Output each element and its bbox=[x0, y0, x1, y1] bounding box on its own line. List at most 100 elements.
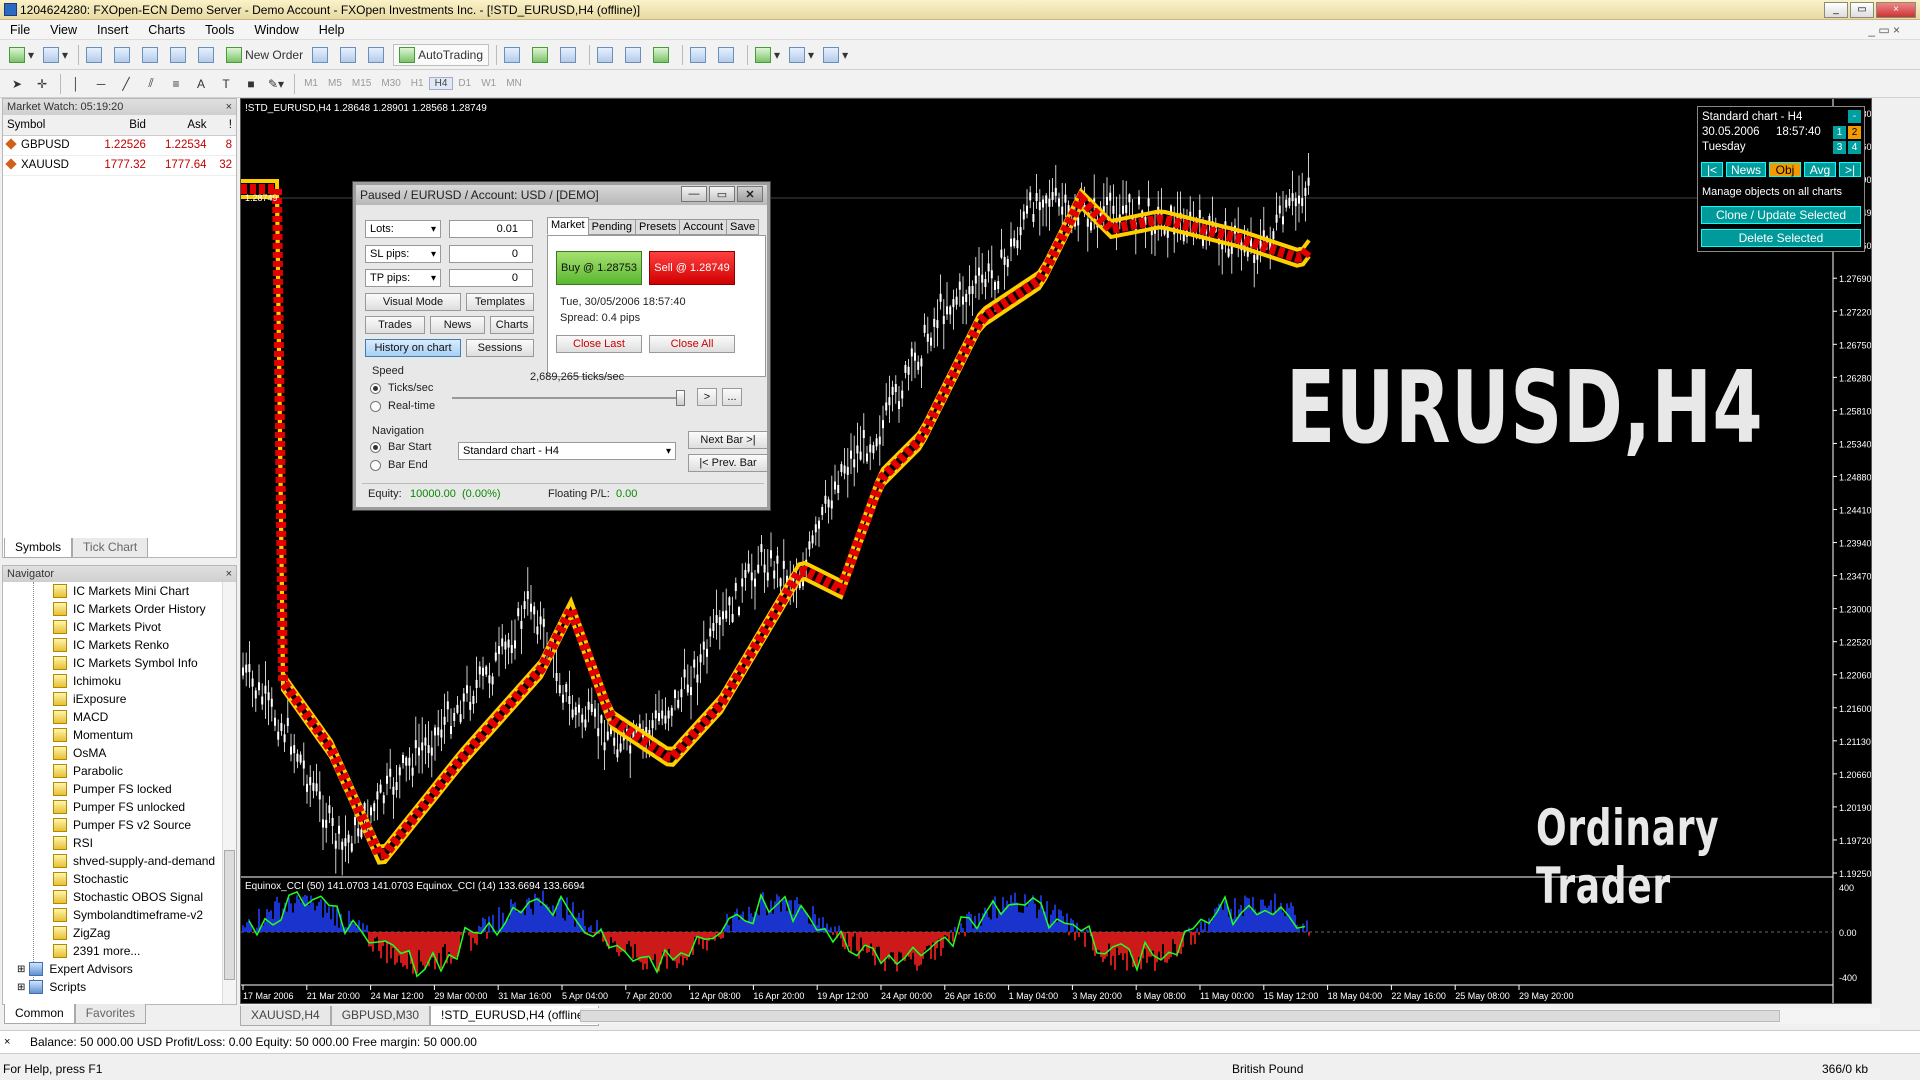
tf-m1[interactable]: M1 bbox=[299, 78, 323, 89]
sl-select[interactable]: SL pips: bbox=[365, 245, 441, 263]
navigator-item[interactable]: Stochastic OBOS Signal bbox=[3, 888, 222, 906]
crosshair-icon[interactable]: ✛ bbox=[31, 73, 53, 95]
first-button[interactable]: |< bbox=[1701, 162, 1723, 177]
menu-file[interactable]: File bbox=[0, 23, 40, 37]
tab-save[interactable]: Save bbox=[726, 219, 760, 235]
navigator-item[interactable]: Pumper FS locked bbox=[3, 780, 222, 798]
tab-account[interactable]: Account bbox=[679, 219, 728, 235]
navigator-item[interactable]: 2391 more... bbox=[3, 942, 222, 960]
tab-pending[interactable]: Pending bbox=[587, 219, 636, 235]
info-toggle[interactable]: - bbox=[1848, 110, 1861, 123]
close-last-button[interactable]: Close Last bbox=[556, 335, 642, 353]
mdi-controls[interactable]: _ ▭ × bbox=[1858, 23, 1910, 37]
navigator-item[interactable]: shved-supply-and-demand bbox=[3, 852, 222, 870]
navigator-item[interactable]: OsMA bbox=[3, 744, 222, 762]
info-slot-3[interactable]: 3 bbox=[1833, 141, 1846, 154]
menu-window[interactable]: Window bbox=[244, 23, 308, 37]
navigator-item[interactable]: Momentum bbox=[3, 726, 222, 744]
info-slot-4[interactable]: 4 bbox=[1848, 141, 1861, 154]
new-chart-icon[interactable]: ▾ bbox=[6, 44, 37, 66]
tf-m5[interactable]: M5 bbox=[323, 78, 347, 89]
navigator-folder[interactable]: ⊞ Scripts bbox=[3, 978, 222, 996]
bar-start-radio[interactable] bbox=[370, 442, 381, 453]
navigator-icon[interactable] bbox=[139, 44, 164, 66]
auto-trading-button[interactable]: AutoTrading bbox=[393, 43, 490, 66]
charts-button[interactable]: Charts bbox=[490, 316, 534, 334]
tab-eurusd-h4[interactable]: !STD_EURUSD,H4 (offline) bbox=[430, 1006, 599, 1026]
navigator-item[interactable]: IC Markets Renko bbox=[3, 636, 222, 654]
prev-bar-button[interactable]: |< Prev. Bar bbox=[688, 454, 768, 472]
info-slot-1[interactable]: 1 bbox=[1833, 126, 1846, 139]
metaeditor-icon[interactable] bbox=[309, 44, 334, 66]
visual-mode-button[interactable]: Visual Mode bbox=[365, 293, 461, 311]
navigator-item[interactable]: Pumper FS v2 Source bbox=[3, 816, 222, 834]
speed-slider-track[interactable] bbox=[452, 397, 682, 399]
navigator-item[interactable]: iExposure bbox=[3, 690, 222, 708]
tab-gbpusd-m30[interactable]: GBPUSD,M30 bbox=[330, 1006, 431, 1026]
col-bid[interactable]: Bid bbox=[89, 115, 150, 136]
tab-favorites[interactable]: Favorites bbox=[74, 1004, 147, 1024]
trendline-icon[interactable]: ╱ bbox=[115, 73, 137, 95]
cursor-icon[interactable]: ➤ bbox=[6, 73, 28, 95]
lots-input[interactable]: 0.01 bbox=[449, 220, 533, 238]
tf-mn[interactable]: MN bbox=[501, 78, 527, 89]
arrows-icon[interactable]: ■ bbox=[240, 73, 262, 95]
menu-help[interactable]: Help bbox=[309, 23, 355, 37]
navigator-item[interactable]: IC Markets Symbol Info bbox=[3, 654, 222, 672]
avg-button[interactable]: Avg bbox=[1804, 162, 1836, 177]
sessions-button[interactable]: Sessions bbox=[466, 339, 534, 357]
last-button[interactable]: >| bbox=[1839, 162, 1861, 177]
signals-icon[interactable] bbox=[365, 44, 390, 66]
fibonacci-icon[interactable]: ≡ bbox=[165, 73, 187, 95]
tf-m30[interactable]: M30 bbox=[376, 78, 405, 89]
table-row[interactable]: GBPUSD 1.22526 1.22534 8 bbox=[3, 135, 236, 156]
navigator-scrollbar[interactable] bbox=[222, 582, 236, 1004]
chart-shift-icon[interactable] bbox=[687, 44, 712, 66]
navigator-item[interactable]: Pumper FS unlocked bbox=[3, 798, 222, 816]
close-all-button[interactable]: Close All bbox=[649, 335, 735, 353]
tf-m15[interactable]: M15 bbox=[347, 78, 376, 89]
close-icon[interactable]: × bbox=[226, 101, 232, 113]
auto-scroll-icon[interactable] bbox=[715, 44, 740, 66]
trades-button[interactable]: Trades bbox=[365, 316, 425, 334]
strategy-tester-icon[interactable] bbox=[195, 44, 220, 66]
tp-select[interactable]: TP pips: bbox=[365, 269, 441, 287]
navigator-item[interactable]: RSI bbox=[3, 834, 222, 852]
buy-button[interactable]: Buy @ 1.28753 bbox=[556, 251, 642, 285]
profiles-icon[interactable]: ▾ bbox=[40, 44, 71, 66]
zoom-in-icon[interactable] bbox=[594, 44, 619, 66]
next-bar-button[interactable]: Next Bar >| bbox=[688, 431, 768, 449]
col-ask[interactable]: Ask bbox=[149, 115, 211, 136]
text-icon[interactable]: A bbox=[190, 73, 212, 95]
new-order-button[interactable]: New Order bbox=[223, 44, 306, 66]
tab-common[interactable]: Common bbox=[4, 1004, 75, 1024]
navigator-item[interactable]: ZigZag bbox=[3, 924, 222, 942]
lots-select[interactable]: Lots: bbox=[365, 220, 441, 238]
navigator-item[interactable]: Parabolic bbox=[3, 762, 222, 780]
navigator-item[interactable]: IC Markets Mini Chart bbox=[3, 582, 222, 600]
realtime-radio[interactable] bbox=[370, 401, 381, 412]
tf-d1[interactable]: D1 bbox=[453, 78, 476, 89]
candlestick-icon[interactable] bbox=[529, 44, 554, 66]
templates-button[interactable]: Templates bbox=[466, 293, 534, 311]
tp-input[interactable]: 0 bbox=[449, 269, 533, 287]
close-icon[interactable]: × bbox=[226, 568, 232, 580]
bar-end-radio[interactable] bbox=[370, 460, 381, 471]
history-on-chart-button[interactable]: History on chart bbox=[365, 339, 461, 357]
navigator-folder[interactable]: ⊞ Expert Advisors bbox=[3, 960, 222, 978]
horizontal-line-icon[interactable]: ─ bbox=[90, 73, 112, 95]
delete-selected-button[interactable]: Delete Selected bbox=[1701, 229, 1861, 247]
tab-tick-chart[interactable]: Tick Chart bbox=[72, 538, 149, 558]
tab-presets[interactable]: Presets bbox=[635, 219, 681, 235]
indicators-icon[interactable]: ▾ bbox=[752, 44, 783, 66]
close-button[interactable]: × bbox=[1876, 1, 1916, 18]
bar-chart-icon[interactable] bbox=[501, 44, 526, 66]
menu-insert[interactable]: Insert bbox=[87, 23, 138, 37]
tf-h4[interactable]: H4 bbox=[428, 77, 454, 90]
menu-charts[interactable]: Charts bbox=[138, 23, 195, 37]
info-slot-2[interactable]: 2 bbox=[1848, 126, 1861, 139]
zoom-out-icon[interactable] bbox=[622, 44, 647, 66]
tab-symbols[interactable]: Symbols bbox=[4, 538, 73, 558]
navigator-item[interactable]: MACD bbox=[3, 708, 222, 726]
channel-icon[interactable]: ⫽ bbox=[140, 73, 162, 95]
